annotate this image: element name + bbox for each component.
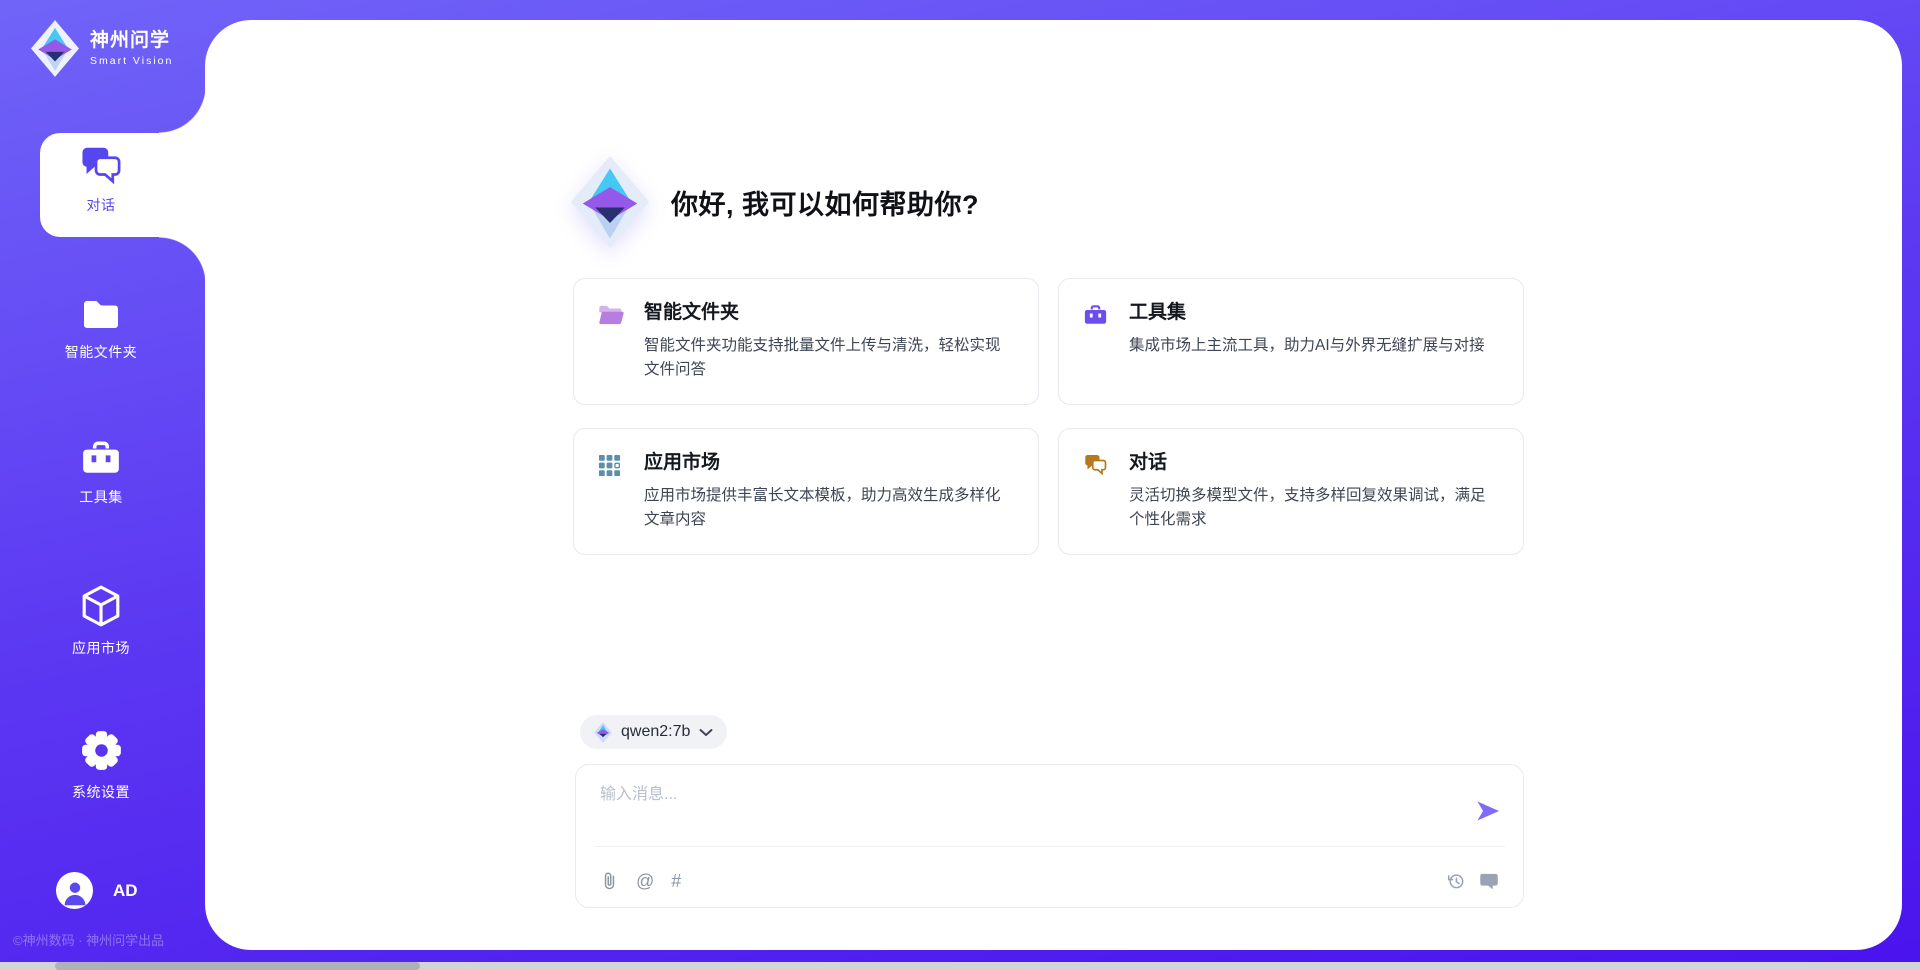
card-title: 应用市场 xyxy=(644,452,1014,475)
hash-icon[interactable]: # xyxy=(671,872,681,890)
gear-icon xyxy=(81,730,122,776)
grid-icon xyxy=(598,454,621,482)
sidebar-item-label: 系统设置 xyxy=(0,782,202,802)
card-smart-folder[interactable]: 智能文件夹 智能文件夹功能支持批量文件上传与清洗，轻松实现文件问答 xyxy=(573,278,1039,405)
person-icon xyxy=(58,875,92,909)
sidebar-footer: ©神州数码 · 神州问学出品 xyxy=(13,930,164,949)
sidebar-item-chat[interactable]: 对话 xyxy=(0,146,202,215)
composer-divider xyxy=(594,846,1505,847)
diamond-logo-icon xyxy=(31,20,79,77)
card-title: 工具集 xyxy=(1129,302,1499,325)
paperclip-icon[interactable] xyxy=(600,870,619,892)
send-button[interactable] xyxy=(1475,799,1501,823)
brand-subtitle: Smart Vision xyxy=(90,56,173,67)
card-description: 灵活切换多模型文件，支持多样回复效果调试，满足个性化需求 xyxy=(1129,484,1499,532)
cube-icon xyxy=(82,585,120,632)
card-description: 智能文件夹功能支持批量文件上传与清洗，轻松实现文件问答 xyxy=(644,334,1014,382)
send-icon xyxy=(1475,799,1501,823)
card-description: 集成市场上主流工具，助力AI与外界无缝扩展与对接 xyxy=(1129,334,1499,358)
toolbox-icon xyxy=(80,440,122,481)
composer-toolbar: @ # xyxy=(600,870,1499,892)
sidebar-item-label: 智能文件夹 xyxy=(0,342,202,362)
composer-right-tools xyxy=(1446,871,1499,891)
sidebar-item-app-market[interactable]: 应用市场 xyxy=(0,585,202,658)
card-app-market[interactable]: 应用市场 应用市场提供丰富长文本模板，助力高效生成多样化文章内容 xyxy=(573,428,1039,555)
folder-icon xyxy=(81,298,121,336)
card-description: 应用市场提供丰富长文本模板，助力高效生成多样化文章内容 xyxy=(644,484,1014,532)
sidebar-item-smart-folder[interactable]: 智能文件夹 xyxy=(0,298,202,362)
folder-open-icon xyxy=(598,304,624,331)
user-profile[interactable]: AD xyxy=(56,872,138,909)
tab-connector-bottom xyxy=(159,237,206,284)
diamond-logo-icon xyxy=(571,156,649,248)
chevron-down-icon xyxy=(699,728,713,737)
avatar xyxy=(56,872,93,909)
greeting-text: 你好, 我可以如何帮助你? xyxy=(671,183,979,222)
message-composer: @ # xyxy=(575,764,1524,908)
comment-icon[interactable] xyxy=(1479,871,1499,891)
sidebar-item-label: 应用市场 xyxy=(0,638,202,658)
greeting: 你好, 我可以如何帮助你? xyxy=(571,156,979,248)
card-toolbox[interactable]: 工具集 集成市场上主流工具，助力AI与外界无缝扩展与对接 xyxy=(1058,278,1524,405)
card-title: 智能文件夹 xyxy=(644,302,1014,325)
app-logo: 神州问学 Smart Vision xyxy=(31,20,173,77)
tab-connector-top xyxy=(159,86,206,133)
message-input[interactable] xyxy=(598,778,1838,836)
model-selector[interactable]: qwen2:7b xyxy=(580,715,727,749)
horizontal-scrollbar-track[interactable] xyxy=(0,962,1920,970)
history-icon[interactable] xyxy=(1446,871,1466,891)
app-window: 神州问学 Smart Vision 对话 智能文件夹 工具集 xyxy=(0,0,1920,970)
sidebar-item-label: 对话 xyxy=(0,195,202,215)
card-chat[interactable]: 对话 灵活切换多模型文件，支持多样回复效果调试，满足个性化需求 xyxy=(1058,428,1524,555)
model-name: qwen2:7b xyxy=(621,723,690,741)
composer-left-tools: @ # xyxy=(600,870,681,892)
feature-cards: 智能文件夹 智能文件夹功能支持批量文件上传与清洗，轻松实现文件问答 工具集 集成… xyxy=(573,278,1525,555)
horizontal-scrollbar-thumb[interactable] xyxy=(55,962,420,970)
brand-title: 神州问学 xyxy=(90,31,173,50)
card-title: 对话 xyxy=(1129,452,1499,475)
at-icon[interactable]: @ xyxy=(636,872,654,890)
chat-icon xyxy=(80,146,122,189)
sidebar-item-label: 工具集 xyxy=(0,487,202,507)
toolbox-icon xyxy=(1083,304,1108,331)
sidebar-item-settings[interactable]: 系统设置 xyxy=(0,730,202,802)
diamond-logo-icon xyxy=(594,722,612,743)
user-initials: AD xyxy=(113,881,138,901)
chat-icon xyxy=(1083,454,1108,480)
sidebar-item-toolbox[interactable]: 工具集 xyxy=(0,440,202,507)
